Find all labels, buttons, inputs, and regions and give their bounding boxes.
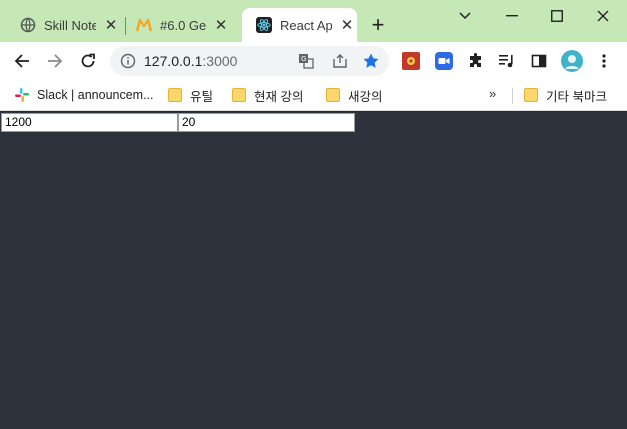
url-host: 127.0.0.1 bbox=[144, 53, 203, 69]
close-icon[interactable]: ✕ bbox=[212, 16, 230, 34]
side-panel-icon[interactable] bbox=[530, 52, 548, 70]
translate-icon[interactable]: G bbox=[297, 52, 315, 70]
url-text: 127.0.0.1:3000 bbox=[144, 53, 237, 69]
tab-react-app[interactable]: React App ✕ bbox=[242, 8, 357, 42]
other-bookmarks-label: 기타 북마크 bbox=[546, 89, 607, 104]
url-port: :3000 bbox=[202, 53, 238, 69]
page-content: 1200 20 bbox=[0, 112, 627, 429]
bookmark-label: 현재 강의 bbox=[254, 89, 304, 104]
share-icon[interactable] bbox=[331, 52, 349, 70]
profile-avatar[interactable] bbox=[561, 50, 583, 72]
maximize-icon[interactable] bbox=[545, 4, 569, 28]
number-input-first[interactable]: 1200 bbox=[1, 113, 178, 132]
bookmark-star-icon[interactable] bbox=[362, 52, 380, 70]
tab-strip: Skill Notes ✕ #6.0 Getting Started ✕ Rea… bbox=[0, 0, 627, 42]
bookmark-folder-current-lecture[interactable]: 현재 강의 bbox=[232, 85, 303, 105]
bookmarks-divider bbox=[512, 88, 513, 104]
tab-nomad-lesson[interactable]: #6.0 Getting Started ✕ bbox=[122, 8, 238, 42]
bookmarks-bar: Slack | announcem... 유틸 현재 강의 새강의 » 기타 북… bbox=[0, 80, 627, 111]
slack-icon bbox=[15, 88, 29, 102]
media-control-icon[interactable] bbox=[498, 52, 516, 70]
back-icon[interactable] bbox=[10, 49, 34, 73]
bookmarks-overflow-button[interactable]: » bbox=[489, 86, 496, 101]
svg-text:G: G bbox=[301, 55, 306, 63]
folder-icon bbox=[232, 88, 246, 102]
folder-icon bbox=[168, 88, 182, 102]
tab-title: React App bbox=[280, 17, 332, 33]
folder-icon bbox=[524, 88, 538, 102]
tab-title: Skill Notes bbox=[44, 17, 96, 33]
extensions-puzzle-icon[interactable] bbox=[467, 52, 485, 70]
react-logo-icon bbox=[256, 17, 272, 33]
zoom-extension-icon[interactable] bbox=[435, 52, 453, 70]
nomad-logo-icon bbox=[136, 17, 152, 33]
extension-red-icon[interactable] bbox=[402, 52, 420, 70]
new-tab-button[interactable]: + bbox=[366, 14, 390, 38]
site-info-icon[interactable] bbox=[120, 53, 136, 69]
minimize-icon[interactable] bbox=[500, 4, 524, 28]
bookmark-folder-util[interactable]: 유틸 bbox=[168, 85, 213, 105]
close-icon[interactable]: ✕ bbox=[102, 16, 120, 34]
tab-skill-notes[interactable]: Skill Notes ✕ bbox=[6, 8, 120, 42]
window-close-icon[interactable] bbox=[591, 4, 615, 28]
bookmark-folder-new-lecture[interactable]: 새강의 bbox=[326, 85, 383, 105]
bookmark-label: 새강의 bbox=[348, 89, 383, 104]
browser-toolbar: 127.0.0.1:3000 G bbox=[0, 42, 627, 80]
bookmark-slack[interactable]: Slack | announcem... bbox=[15, 85, 154, 105]
tab-title: #6.0 Getting Started bbox=[160, 17, 206, 33]
forward-icon[interactable] bbox=[43, 49, 67, 73]
more-menu-icon[interactable] bbox=[595, 52, 613, 70]
bookmark-label: Slack | announcem... bbox=[37, 88, 154, 102]
close-icon[interactable]: ✕ bbox=[338, 16, 356, 34]
number-input-second[interactable]: 20 bbox=[178, 113, 355, 132]
folder-icon bbox=[326, 88, 340, 102]
address-bar[interactable]: 127.0.0.1:3000 G bbox=[110, 46, 389, 76]
other-bookmarks-folder[interactable]: 기타 북마크 bbox=[524, 85, 607, 105]
reload-icon[interactable] bbox=[76, 49, 100, 73]
tab-search-icon[interactable] bbox=[453, 4, 477, 28]
bookmark-label: 유틸 bbox=[190, 89, 214, 104]
globe-icon bbox=[20, 17, 36, 33]
